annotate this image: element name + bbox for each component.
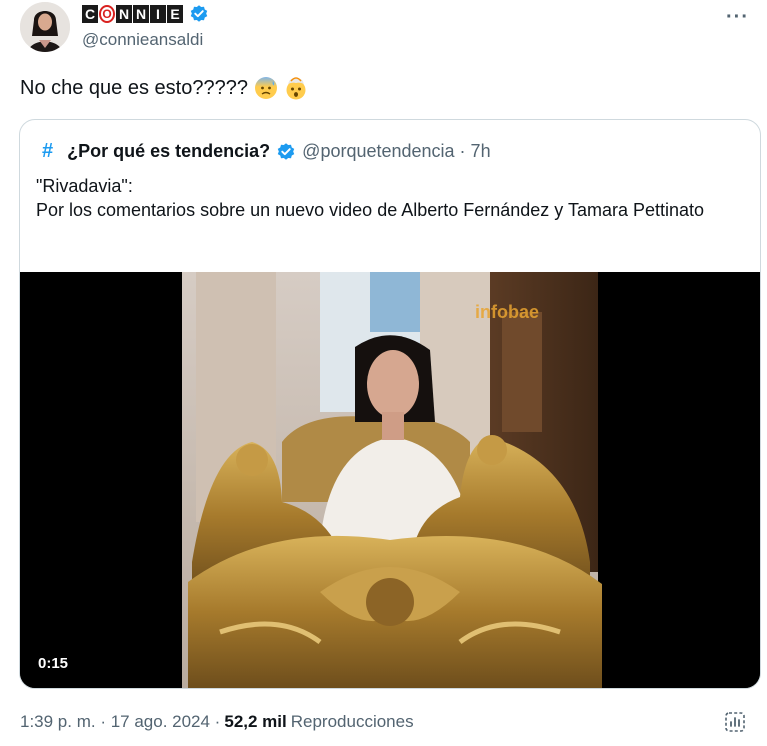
name-letter: I <box>150 5 166 23</box>
anxious-face-with-sweat-emoji <box>254 76 278 100</box>
views-label: Reproducciones <box>290 712 414 731</box>
quoted-tweet-header: # ¿Por qué es tendencia? @porquetendenci… <box>42 140 491 163</box>
tweet: C O N N I E @connieansaldi ··· No che qu… <box>0 0 767 746</box>
author-handle[interactable]: @connieansaldi <box>82 30 203 50</box>
quoted-author-name[interactable]: ¿Por qué es tendencia? <box>67 141 270 162</box>
exploding-head-emoji <box>284 76 308 100</box>
views-count: 52,2 mil <box>224 712 287 731</box>
video-frame: infobae <box>20 272 760 688</box>
timestamp[interactable]: 1:39 p. m. · 17 ago. 2024 · <box>20 712 220 732</box>
tweet-text: No che que es esto????? <box>20 76 308 100</box>
video-duration: 0:15 <box>32 653 75 674</box>
name-letter: N <box>116 5 132 23</box>
tweet-text-content: No che que es esto????? <box>20 76 248 99</box>
video-player[interactable]: infobae 0:15 <box>20 272 760 688</box>
author-display-name[interactable]: C O N N I E <box>82 5 183 23</box>
quoted-text-line: Por los comentarios sobre un nuevo video… <box>36 200 705 220</box>
author-name-row[interactable]: C O N N I E <box>82 4 209 24</box>
video-watermark: infobae <box>475 302 539 322</box>
name-letter: E <box>167 5 183 23</box>
tweet-footer: 1:39 p. m. · 17 ago. 2024 · 52,2 mil Rep… <box>20 712 414 732</box>
quoted-tweet-text: "Rivadavia": Por los comentarios sobre u… <box>36 174 736 222</box>
name-letter: C <box>82 5 98 23</box>
more-options-icon[interactable]: ··· <box>726 6 749 29</box>
verified-badge-icon[interactable] <box>189 4 209 24</box>
analytics-icon[interactable] <box>723 710 747 734</box>
verified-badge-icon <box>276 142 296 162</box>
quoted-text-line: "Rivadavia": <box>36 176 133 196</box>
avatar[interactable] <box>20 2 70 52</box>
name-letter: N <box>133 5 149 23</box>
name-letter: O <box>99 5 115 23</box>
quoted-tweet[interactable]: # ¿Por qué es tendencia? @porquetendenci… <box>19 119 761 689</box>
quoted-handle-time[interactable]: @porquetendencia · 7h <box>302 141 490 162</box>
hashtag-icon: # <box>42 140 54 162</box>
